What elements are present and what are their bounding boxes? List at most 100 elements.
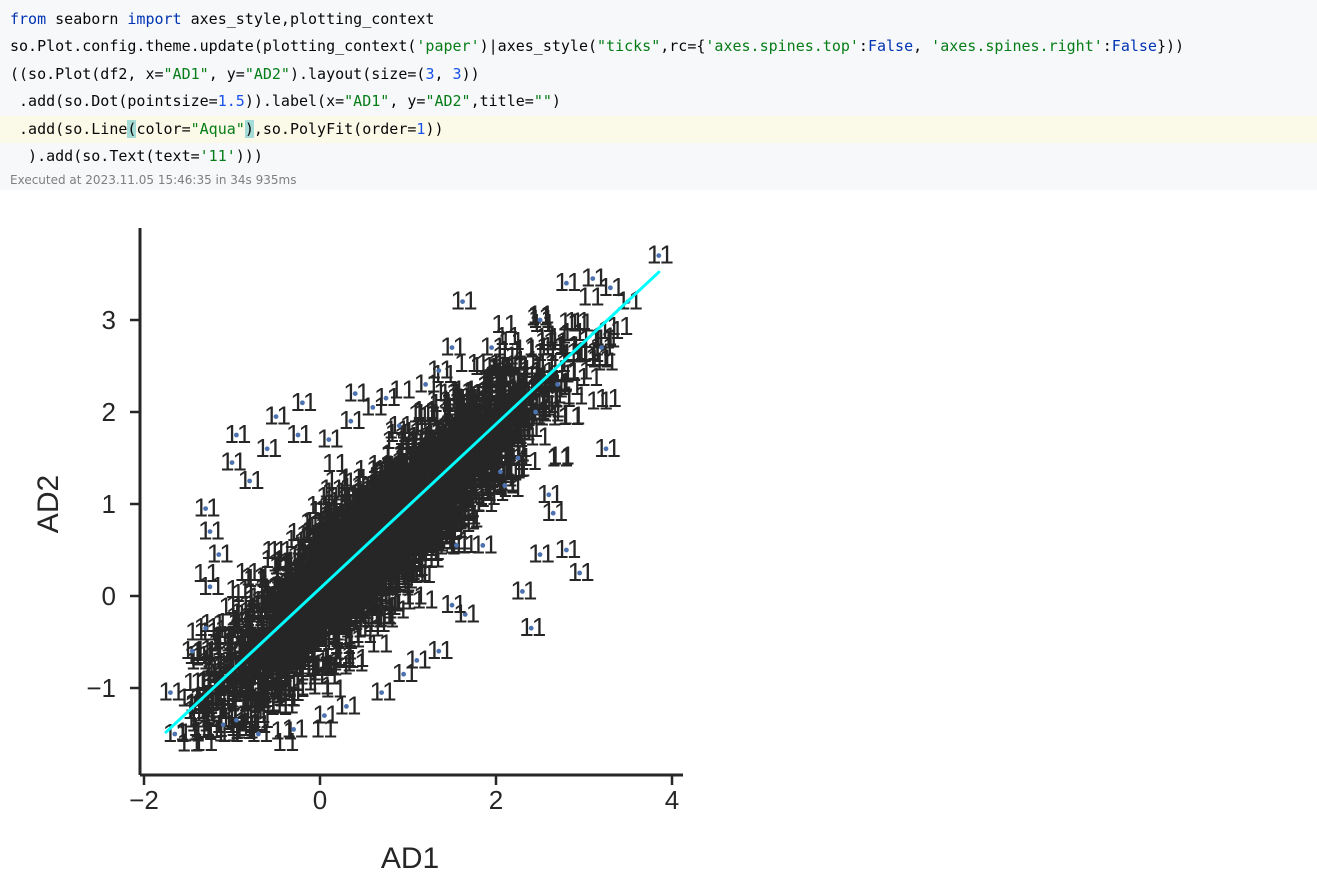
point-label: 11 [412, 585, 439, 615]
code-line[interactable]: from seaborn import axes_style,plotting_… [10, 6, 1317, 33]
code-editor[interactable]: from seaborn import axes_style,plotting_… [0, 6, 1317, 170]
code-token: , y= [389, 92, 425, 110]
code-token: 'paper' [416, 37, 479, 55]
point-label: 11 [290, 387, 317, 417]
point-label: 11 [444, 529, 471, 559]
y-tick-label: −1 [86, 673, 116, 703]
code-token: axes_style,plotting_context [182, 10, 435, 28]
point-label: 11 [198, 571, 225, 601]
point-label: 11 [405, 644, 432, 674]
code-token: : [1103, 37, 1112, 55]
point-label: 11 [282, 713, 309, 743]
point-label: 11 [286, 419, 313, 449]
point-label: 11 [519, 612, 546, 642]
point-label: 11 [414, 368, 441, 398]
point-label: 11 [334, 690, 361, 720]
notebook-code-cell[interactable]: from seaborn import axes_style,plotting_… [0, 0, 1317, 190]
code-token: ).layout(size=( [290, 65, 425, 83]
point-label: 11 [343, 378, 370, 408]
point-label: 11 [451, 286, 478, 316]
point-label: 11 [253, 666, 280, 696]
code-line[interactable]: .add(so.Line(color="Aqua"),so.PolyFit(or… [0, 115, 1317, 143]
code-token: ,so.PolyFit(order= [254, 120, 417, 138]
point-label: 11 [295, 656, 322, 686]
code-token: )).label(x= [245, 92, 344, 110]
code-token: "AD1" [164, 65, 209, 83]
point-label: 11 [322, 476, 349, 506]
code-token: ((so.Plot(df2, x= [10, 65, 164, 83]
code-token: ).add(so.Text(text= [10, 147, 200, 165]
code-token: "ticks" [597, 37, 660, 55]
point-label: 11 [590, 332, 617, 362]
y-tick-label: 1 [102, 489, 116, 519]
code-token: "AD1" [344, 92, 389, 110]
code-token: "AD2" [425, 92, 470, 110]
point-label: 11 [506, 442, 533, 472]
code-token: 1.5 [218, 92, 245, 110]
code-token: 'axes.spines.top' [705, 37, 859, 55]
code-token: 'axes.spines.right' [931, 37, 1103, 55]
code-token: : [859, 37, 868, 55]
code-line[interactable]: .add(so.Dot(pointsize=1.5)).label(x="AD1… [10, 88, 1317, 115]
y-tick-label: 0 [102, 581, 116, 611]
point-label: 11 [440, 589, 467, 619]
code-token: False [1112, 37, 1157, 55]
point-label: 11 [647, 240, 674, 270]
code-token: so.Plot.config.theme.update(plotting_con… [10, 37, 416, 55]
y-tick-label: 3 [102, 305, 116, 335]
code-token: import [127, 10, 181, 28]
x-tick-label: 2 [489, 785, 503, 815]
point-label: 11 [317, 424, 344, 454]
code-line[interactable]: ((so.Plot(df2, x="AD1", y="AD2").layout(… [10, 61, 1317, 88]
code-token: color= [136, 120, 190, 138]
point-label: 11 [158, 677, 185, 707]
point-label: 11 [598, 272, 625, 302]
code-token: , [434, 65, 452, 83]
code-token: from [10, 10, 46, 28]
point-label: 11 [444, 502, 471, 532]
point-label: 11 [326, 530, 353, 560]
point-label: 11 [471, 529, 498, 559]
code-token: , y= [209, 65, 245, 83]
point-label: 11 [524, 396, 551, 426]
code-token: "" [534, 92, 552, 110]
y-axis-label: AD2 [32, 475, 65, 533]
code-token: })) [1157, 37, 1184, 55]
code-line[interactable]: so.Plot.config.theme.update(plotting_con… [10, 33, 1317, 60]
point-label: 11 [480, 332, 507, 362]
point-label: 11 [224, 419, 251, 449]
code-token: '11' [200, 147, 236, 165]
code-token: )|axes_style( [480, 37, 597, 55]
x-tick-label: 0 [313, 785, 327, 815]
point-label: 11 [207, 539, 234, 569]
point-label: 11 [180, 635, 207, 665]
code-token: 3 [453, 65, 462, 83]
code-token: .add(so.Line [10, 120, 127, 138]
point-label: 11 [548, 440, 575, 470]
code-token: ) [552, 92, 561, 110]
x-tick-label: −2 [129, 785, 159, 815]
point-label: 11 [387, 410, 414, 440]
code-token: False [868, 37, 913, 55]
code-line[interactable]: ).add(so.Text(text='11'))) [10, 143, 1317, 170]
code-token: "Aqua" [191, 120, 245, 138]
point-label: 11 [528, 304, 555, 334]
x-tick-label: 4 [665, 785, 679, 815]
point-label: 11 [403, 523, 430, 553]
point-label: 11 [369, 502, 396, 532]
scatter-plot: 1111 111111111111111111111111111111111111… [32, 228, 683, 875]
point-label: 11 [594, 433, 621, 463]
code-token: .add(so.Dot(pointsize= [10, 92, 218, 110]
code-token: )) [425, 120, 443, 138]
code-token: )) [462, 65, 480, 83]
x-axis-label: AD1 [381, 842, 439, 875]
code-token: "AD2" [245, 65, 290, 83]
point-label: 11 [595, 383, 622, 413]
point-label: 11 [554, 267, 581, 297]
point-label: 11 [339, 558, 366, 588]
code-token: seaborn [46, 10, 127, 28]
code-token: ))) [236, 147, 263, 165]
code-token: ,title= [471, 92, 534, 110]
point-label: 11 [340, 614, 367, 644]
point-label: 11 [366, 628, 393, 658]
